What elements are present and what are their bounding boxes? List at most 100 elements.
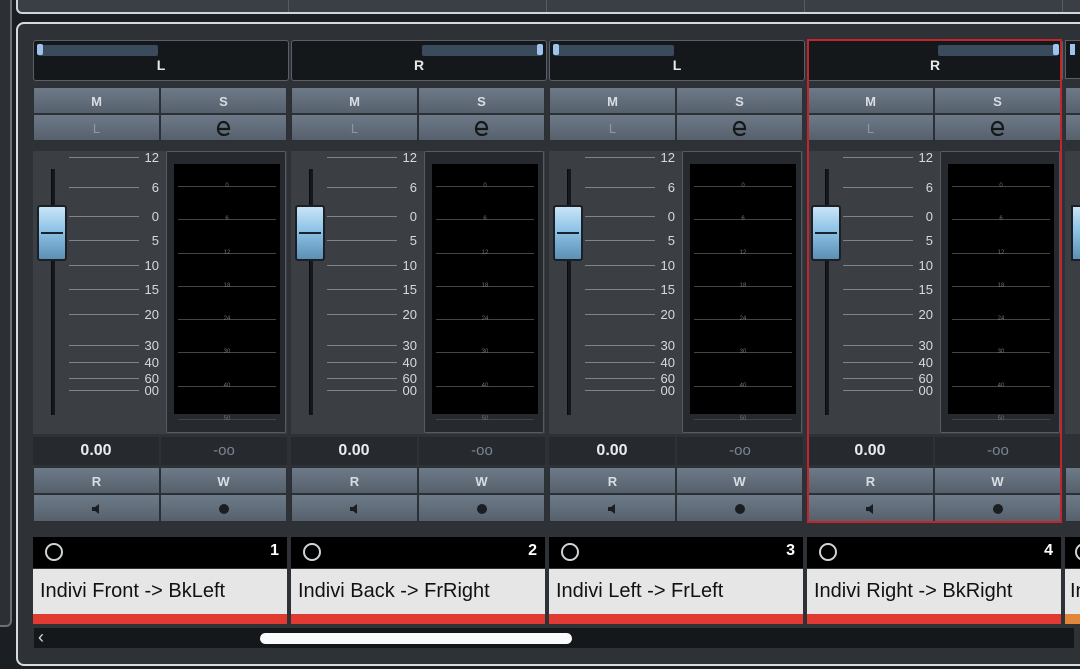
partial-pan[interactable] (1065, 40, 1080, 79)
fader-scale-line (327, 265, 397, 266)
listen-button[interactable]: L (291, 114, 418, 141)
monitor-button[interactable] (33, 494, 160, 522)
solo-button[interactable]: S (418, 87, 545, 114)
channel-name[interactable]: Indivi Right -> BkRight (807, 569, 1061, 614)
fader-scale-line (327, 314, 397, 315)
peak-value[interactable]: -oo (161, 437, 287, 465)
fader-scale-label: 12 (402, 150, 417, 165)
partial-read-button[interactable] (1065, 467, 1080, 494)
write-automation-button[interactable]: W (418, 467, 545, 494)
fader-scale-label: 30 (660, 338, 675, 353)
read-automation-button[interactable]: R (33, 467, 160, 494)
fader-scale-line (585, 345, 655, 346)
solo-button[interactable]: S (160, 87, 287, 114)
record-enable-button[interactable] (418, 494, 545, 522)
partial-channel-strip: In (1065, 24, 1080, 664)
circle-icon[interactable] (561, 543, 579, 561)
fader-scale-line (327, 187, 397, 188)
record-enable-button[interactable] (160, 494, 287, 522)
fader-scale-line (327, 378, 397, 379)
edit-channel-button[interactable] (676, 114, 803, 141)
fader-scale-line (327, 240, 397, 241)
fader-scale-tick: 15 (321, 283, 417, 296)
scroll-thumb[interactable] (260, 633, 572, 644)
channel-name[interactable]: Indivi Back -> FrRight (291, 569, 545, 614)
partial-fader-knob[interactable] (1071, 205, 1080, 261)
fader-scale-label: 15 (144, 282, 159, 297)
channel-name[interactable]: Indivi Left -> FrLeft (549, 569, 803, 614)
fader-scale-line (585, 362, 655, 363)
pan-control[interactable]: L (33, 40, 289, 81)
fader-scale-tick: 15 (579, 283, 675, 296)
partial-channel-name[interactable]: In (1065, 569, 1080, 614)
fader-scale-label: 5 (667, 233, 675, 248)
partial-mute-button[interactable] (1065, 87, 1080, 114)
meter-scale-label: 30 (739, 349, 747, 355)
level-meter: 0 6 12 18 24 30 40 50 (166, 151, 286, 433)
pan-control[interactable]: L (549, 40, 805, 81)
volume-value[interactable]: 0.00 (291, 437, 417, 465)
circle-icon[interactable] (303, 543, 321, 561)
read-automation-button[interactable]: R (291, 467, 418, 494)
horizontal-scrollbar[interactable]: ‹ (34, 627, 1074, 648)
pan-handle[interactable] (553, 44, 559, 55)
pan-bar (554, 45, 674, 56)
channel-color-strip (807, 614, 1061, 624)
scroll-left-arrow-icon[interactable]: ‹ (38, 627, 44, 648)
channel-header: 3 (549, 537, 803, 568)
volume-value[interactable]: 0.00 (33, 437, 159, 465)
speaker-icon (607, 504, 615, 514)
volume-value[interactable]: 0.00 (549, 437, 675, 465)
partial-listen-button[interactable] (1065, 114, 1080, 141)
monitor-button[interactable] (549, 494, 676, 522)
fader-scale-line (327, 362, 397, 363)
dot-icon (218, 504, 229, 514)
circle-icon[interactable] (45, 543, 63, 561)
fader-scale-line (69, 240, 139, 241)
mute-button[interactable]: M (549, 87, 676, 114)
fader-scale-tick: 00 (63, 384, 159, 397)
pan-value: L (156, 57, 166, 73)
mute-button[interactable]: M (33, 87, 160, 114)
fader-scale-line (69, 187, 139, 188)
fader-scale-tick: 0 (579, 210, 675, 223)
write-automation-button[interactable]: W (160, 467, 287, 494)
level-meter: 0 6 12 18 24 30 40 50 (682, 151, 802, 433)
pan-handle[interactable] (37, 44, 43, 55)
edit-channel-button[interactable] (160, 114, 287, 141)
channel-header: 2 (291, 537, 545, 568)
fader-scale-label: 5 (409, 233, 417, 248)
partial-color-strip (1065, 614, 1080, 624)
fader-scale-label: 15 (402, 282, 417, 297)
write-automation-button[interactable]: W (676, 467, 803, 494)
peak-value[interactable]: -oo (419, 437, 545, 465)
edit-channel-button[interactable] (418, 114, 545, 141)
pan-control[interactable]: R (291, 40, 547, 81)
fader-scale-label: 20 (660, 307, 675, 322)
fader-scale-label: 6 (409, 180, 417, 195)
speaker-icon (91, 504, 99, 514)
listen-button[interactable]: L (33, 114, 160, 141)
monitor-button[interactable] (291, 494, 418, 522)
circle-icon[interactable] (819, 543, 837, 561)
channel-color-strip (549, 614, 803, 624)
read-automation-button[interactable]: R (549, 467, 676, 494)
meter-scale-label: 0 (741, 183, 745, 189)
channel-name[interactable]: Indivi Front -> BkLeft (33, 569, 287, 614)
fader-scale-tick: 5 (63, 234, 159, 247)
listen-button[interactable]: L (549, 114, 676, 141)
fader-scale-tick: 00 (579, 384, 675, 397)
fader-scale-tick: 5 (579, 234, 675, 247)
mute-button[interactable]: M (291, 87, 418, 114)
fader-scale-line (69, 157, 139, 158)
record-enable-button[interactable] (676, 494, 803, 522)
peak-value[interactable]: -oo (677, 437, 803, 465)
fader-scale-label: 40 (402, 355, 417, 370)
partial-monitor-button[interactable] (1065, 494, 1080, 522)
fader-scale-tick: 6 (321, 181, 417, 194)
solo-button[interactable]: S (676, 87, 803, 114)
fader-scale-tick: 6 (579, 181, 675, 194)
selected-channel-outline (807, 39, 1062, 523)
circle-icon[interactable] (1075, 543, 1080, 561)
fader-scale-tick: 10 (579, 259, 675, 272)
